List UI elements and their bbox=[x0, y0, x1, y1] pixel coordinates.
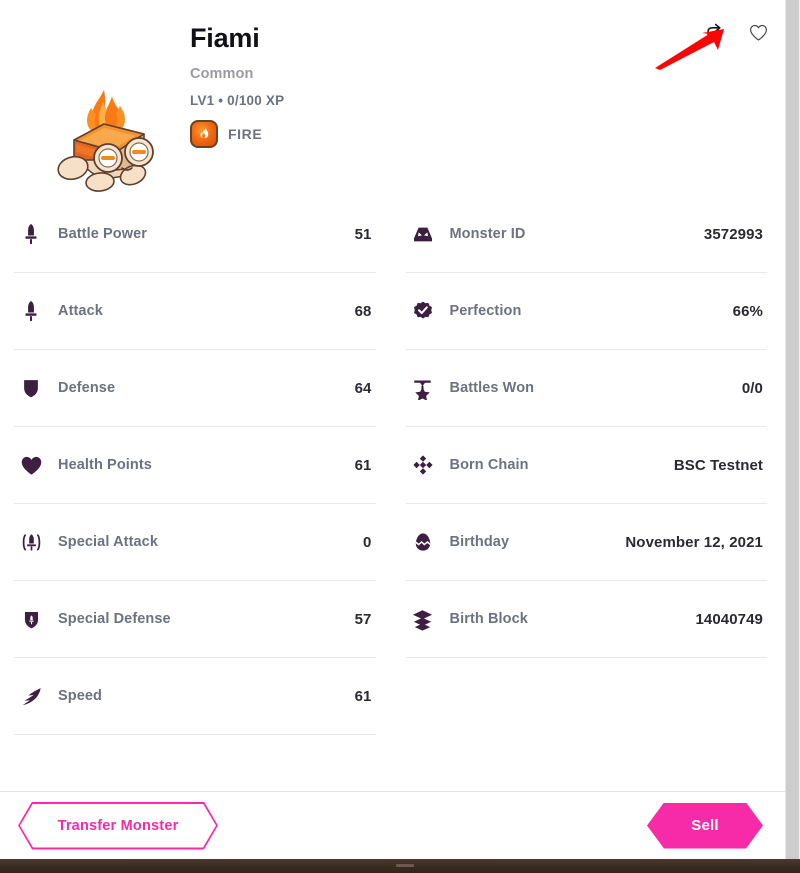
stat-row-battle-power: Battle Power 51 bbox=[14, 196, 376, 273]
stat-label: Battles Won bbox=[449, 380, 535, 396]
transfer-button-label: Transfer Monster bbox=[57, 817, 179, 834]
stat-value: 57 bbox=[354, 610, 372, 628]
stat-label: Health Points bbox=[58, 457, 152, 473]
monster-detail-page: Fiami Common LV1 • 0/100 XP FIRE Battle … bbox=[0, 0, 800, 873]
action-bar: Transfer Monster Sell bbox=[0, 791, 785, 859]
stat-value: 68 bbox=[354, 302, 372, 320]
fire-icon bbox=[190, 119, 218, 148]
sword-icon bbox=[18, 221, 44, 247]
page-title: Fiami bbox=[190, 23, 260, 53]
medal-icon bbox=[410, 375, 436, 401]
stat-row-birthday: Birthday November 12, 2021 bbox=[405, 504, 767, 581]
stat-value: November 12, 2021 bbox=[625, 533, 763, 551]
stat-value: 14040749 bbox=[695, 610, 763, 628]
campfire-monster-icon bbox=[57, 90, 154, 192]
stat-label: Battle Power bbox=[58, 226, 148, 242]
monster-info: Fiami Common LV1 • 0/100 XP FIRE bbox=[190, 23, 285, 148]
footer-nub bbox=[396, 864, 414, 867]
element-type-row: FIRE bbox=[190, 119, 284, 148]
wing-icon bbox=[18, 683, 44, 709]
stat-row-monster-id: Monster ID 3572993 bbox=[405, 196, 767, 273]
special-shield-icon bbox=[18, 606, 44, 632]
stat-row-attack: Attack 68 bbox=[14, 273, 376, 350]
stat-row-battles-won: Battles Won 0/0 bbox=[405, 350, 767, 427]
stat-label: Special Defense bbox=[58, 611, 171, 627]
heart-icon[interactable] bbox=[744, 18, 772, 46]
browser-footer-bar bbox=[0, 859, 800, 873]
sell-button[interactable]: Sell bbox=[647, 803, 763, 849]
scrollbar-track[interactable] bbox=[785, 0, 800, 860]
share-icon[interactable] bbox=[700, 18, 728, 46]
layers-icon bbox=[410, 606, 436, 632]
stat-row-defense: Defense 64 bbox=[14, 350, 376, 427]
egg-icon bbox=[410, 529, 436, 555]
scrollbar-thumb[interactable] bbox=[786, 0, 799, 860]
stat-value: 61 bbox=[354, 687, 372, 705]
level-xp-label: LV1 • 0/100 XP bbox=[190, 92, 285, 108]
stat-value: 0 bbox=[363, 533, 372, 551]
stats-section: Battle Power 51 Attack 68 Defense 64 Hea… bbox=[0, 196, 785, 735]
stat-label: Attack bbox=[58, 303, 103, 319]
stat-value: 61 bbox=[354, 456, 372, 474]
stat-row-special-attack: Special Attack 0 bbox=[14, 504, 376, 581]
stat-label: Birthday bbox=[449, 534, 510, 550]
transfer-monster-button[interactable]: Transfer Monster bbox=[18, 802, 218, 850]
stats-column-battle: Battle Power 51 Attack 68 Defense 64 Hea… bbox=[14, 196, 376, 735]
stat-label: Special Attack bbox=[58, 534, 158, 550]
stat-value: 51 bbox=[354, 225, 372, 243]
stat-row-speed: Speed 61 bbox=[14, 658, 376, 735]
sell-button-label: Sell bbox=[691, 817, 719, 834]
stat-row-birth-block: Birth Block 14040749 bbox=[405, 581, 767, 658]
stat-label: Birth Block bbox=[449, 611, 528, 627]
stat-label: Defense bbox=[58, 380, 116, 396]
sword-icon bbox=[18, 298, 44, 324]
stat-row-perfection: Perfection 66% bbox=[405, 273, 767, 350]
stats-column-identity: Monster ID 3572993 Perfection 66% Battle… bbox=[405, 196, 767, 735]
stat-row-special-defense: Special Defense 57 bbox=[14, 581, 376, 658]
stat-value: 0/0 bbox=[741, 379, 763, 397]
special-sword-icon bbox=[18, 529, 44, 555]
shield-icon bbox=[18, 375, 44, 401]
stat-value: BSC Testnet bbox=[673, 456, 763, 474]
stat-value: 3572993 bbox=[703, 225, 763, 243]
element-type-label: FIRE bbox=[228, 125, 263, 142]
header-action-bar bbox=[700, 18, 772, 46]
check-badge-icon bbox=[410, 298, 436, 324]
stat-label: Monster ID bbox=[449, 226, 526, 242]
stat-value: 64 bbox=[354, 379, 372, 397]
stat-label: Speed bbox=[58, 688, 103, 704]
heart-filled-icon bbox=[18, 452, 44, 478]
stat-row-born-chain: Born Chain BSC Testnet bbox=[405, 427, 767, 504]
rarity-label: Common bbox=[190, 65, 254, 82]
stat-label: Born Chain bbox=[449, 457, 529, 473]
stat-label: Perfection bbox=[449, 303, 522, 319]
monster-header-card: Fiami Common LV1 • 0/100 XP FIRE bbox=[0, 0, 800, 196]
stat-row-health-points: Health Points 61 bbox=[14, 427, 376, 504]
monster-face-icon bbox=[410, 221, 436, 247]
binance-chain-icon bbox=[410, 452, 436, 478]
stat-value: 66% bbox=[732, 302, 763, 320]
